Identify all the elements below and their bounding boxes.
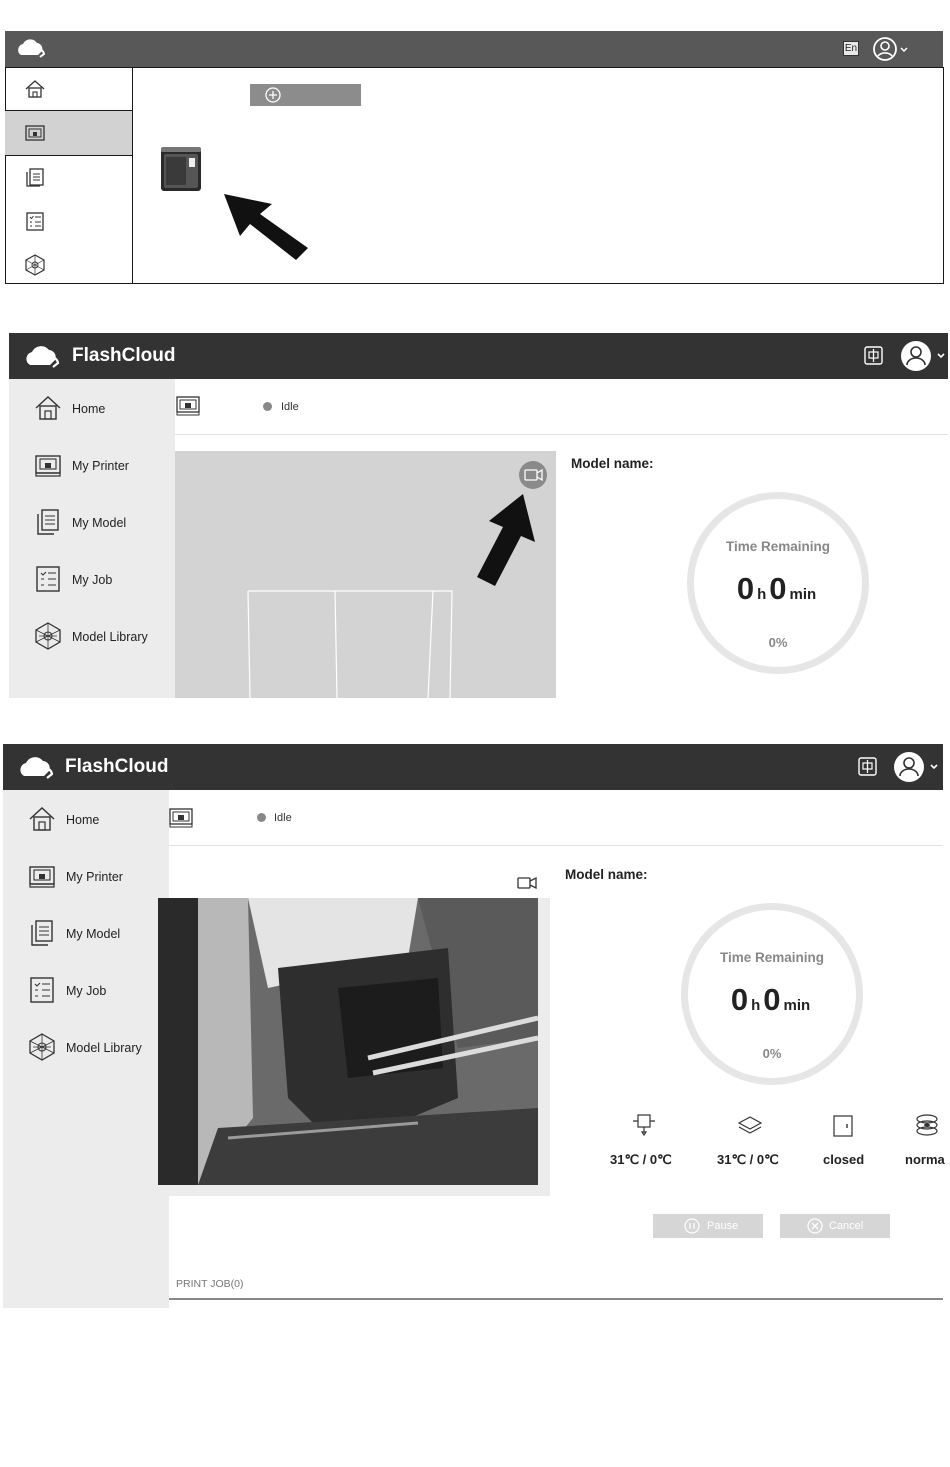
cloud-logo-icon[interactable] [24, 343, 66, 369]
top-bar: FlashCloud [3, 744, 943, 790]
sidebar-item-job[interactable]: My Job [3, 971, 168, 1011]
printer-status: Idle [274, 812, 292, 824]
time-remaining-title: Time Remaining [719, 950, 825, 965]
hours-value: 0 [736, 571, 755, 606]
sidebar-item-home[interactable]: Home [9, 389, 174, 429]
hours-unit: h [757, 586, 767, 603]
nozzle-temperature: 31℃ / 0℃ [610, 1152, 672, 1167]
time-remaining-ring: Time Remaining 0 h0 min 0% [681, 903, 863, 1085]
progress-percent: 0% [762, 1046, 782, 1061]
model-name-label: Model name: [571, 456, 654, 471]
sidebar-item-label: My Job [72, 573, 113, 587]
model-name-label: Model name: [565, 867, 648, 882]
sidebar-item-label: My Model [66, 927, 121, 941]
main-frame [5, 67, 944, 284]
sidebar-item-printer[interactable]: My Printer [3, 857, 168, 897]
filament-status: norma [905, 1152, 945, 1167]
chinese-lang-icon[interactable] [858, 757, 877, 776]
cancel-icon [807, 1218, 823, 1234]
minutes-unit: min [783, 997, 811, 1014]
printer-icon [176, 396, 200, 416]
printer-status: Idle [281, 401, 299, 413]
sidebar-item-label: My Job [66, 984, 107, 998]
divider [175, 434, 948, 435]
pause-icon [684, 1218, 700, 1234]
time-remaining-value: 0 h0 min [694, 571, 862, 607]
sidebar-item-job[interactable]: My Job [9, 560, 174, 600]
divider [169, 845, 943, 846]
sidebar-item-job[interactable] [5, 199, 132, 243]
sidebar-item-label: Model Library [66, 1041, 142, 1055]
user-icon[interactable] [900, 340, 948, 372]
sidebar-item-model[interactable] [5, 155, 132, 199]
sidebar-item-label: My Model [72, 516, 127, 530]
door-status: closed [823, 1152, 865, 1167]
sidebar-item-home[interactable] [5, 67, 132, 111]
user-icon[interactable] [872, 36, 910, 62]
minutes-value: 0 [769, 571, 787, 606]
sidebar-item-label: Home [72, 402, 106, 416]
sidebar-item-label: My Printer [72, 459, 129, 473]
user-icon[interactable] [893, 751, 941, 783]
platform-icon [737, 1114, 763, 1136]
printer-image [161, 147, 201, 191]
sidebar-item-label: Home [66, 813, 100, 827]
cancel-button[interactable]: Cancel [780, 1214, 890, 1238]
sidebar-item-printer[interactable] [5, 110, 132, 156]
camera-toggle-icon[interactable] [516, 874, 538, 892]
sidebar-item-label: My Printer [66, 870, 123, 884]
sidebar-item-model[interactable]: My Model [9, 503, 174, 543]
printer-card[interactable] [160, 146, 202, 192]
sidebar-item-label: Model Library [72, 630, 148, 644]
language-toggle[interactable]: En [843, 41, 859, 56]
pause-button[interactable]: Pause [653, 1214, 763, 1238]
door-icon [832, 1114, 854, 1138]
sidebar-item-model[interactable]: My Model [3, 914, 168, 954]
filament-icon [914, 1113, 940, 1137]
cloud-logo-icon[interactable] [16, 37, 50, 59]
sidebar-item-printer[interactable]: My Printer [9, 446, 174, 486]
time-remaining-ring: Time Remaining 0 h0 min 0% [687, 492, 869, 674]
minutes-value: 0 [763, 982, 781, 1017]
camera-feed-image [158, 898, 538, 1185]
print-jobs-tab[interactable]: PRINT JOB(0) [176, 1278, 243, 1290]
status-dot [257, 813, 266, 822]
plus-circle-icon [265, 87, 281, 103]
app-title: FlashCloud [65, 756, 169, 777]
hours-unit: h [751, 997, 761, 1014]
hours-value: 0 [730, 982, 749, 1017]
time-remaining-value: 0 h0 min [688, 982, 856, 1018]
add-printer-button[interactable] [250, 84, 361, 106]
sidebar-item-library[interactable] [5, 243, 132, 287]
chinese-lang-icon[interactable] [864, 346, 883, 365]
sidebar-item-home[interactable]: Home [3, 800, 168, 840]
cloud-logo-icon[interactable] [18, 754, 60, 780]
print-jobs-underline [169, 1298, 943, 1300]
pointer-arrow [475, 492, 537, 588]
top-bar [5, 31, 943, 67]
camera-view [158, 898, 538, 1185]
platform-temperature: 31℃ / 0℃ [717, 1152, 779, 1167]
sidebar-item-library[interactable]: Model Library [9, 617, 174, 657]
camera-toggle-icon[interactable] [518, 460, 548, 490]
sidebar-item-library[interactable]: Model Library [3, 1028, 168, 1068]
minutes-unit: min [789, 586, 817, 603]
progress-percent: 0% [768, 635, 788, 650]
time-remaining-title: Time Remaining [725, 539, 831, 554]
sidebar: Home My Printer My Model My Job Model Li… [9, 379, 175, 698]
sidebar [5, 67, 133, 283]
printer-icon [169, 808, 193, 828]
cancel-label: Cancel [829, 1220, 864, 1232]
nozzle-icon [631, 1113, 657, 1137]
top-bar: FlashCloud [9, 333, 948, 379]
status-dot [263, 402, 272, 411]
app-title: FlashCloud [72, 345, 176, 366]
pointer-arrow [222, 192, 310, 262]
pause-label: Pause [707, 1220, 739, 1232]
sidebar: Home My Printer My Model My Job Model Li… [3, 790, 169, 1308]
